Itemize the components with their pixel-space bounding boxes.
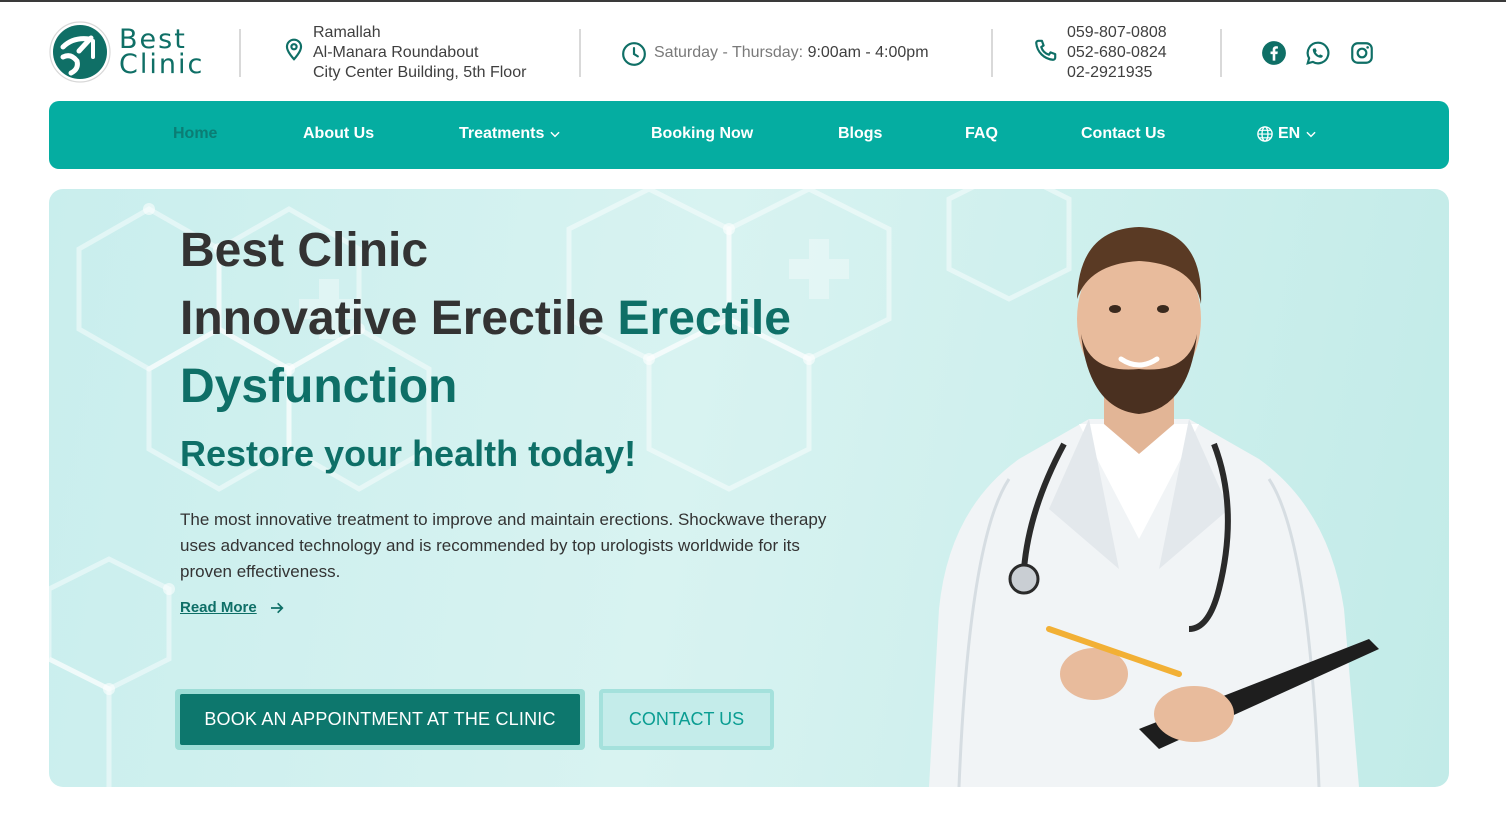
language-selector[interactable]: EN (1256, 125, 1318, 143)
hero-title-accent: Erectile (617, 292, 791, 345)
nav-contact-label: Contact Us (1081, 125, 1166, 142)
header-divider (239, 29, 241, 77)
main-navigation: Home About Us Treatments Booking Now Blo… (49, 101, 1449, 169)
logo[interactable]: Best Clinic (49, 21, 204, 83)
hero-description: The most innovative treatment to improve… (180, 510, 827, 581)
nav-item-contact[interactable]: Contact Us (1081, 125, 1165, 143)
phone-number[interactable]: 052-680-0824 (1067, 43, 1167, 63)
header-divider (579, 29, 581, 77)
header-divider (1220, 29, 1222, 77)
address-line-2: Al-Manara Roundabout (313, 44, 479, 61)
clock-icon (622, 42, 646, 66)
read-more-label: Read More (180, 599, 257, 616)
nav-home-label: Home (173, 125, 218, 142)
phone-block: 059-807-0808 052-680-0824 02-2921935 (1033, 23, 1167, 83)
location-pin-icon (285, 38, 303, 61)
book-button-frame: BOOK AN APPOINTMENT AT THE CLINIC (175, 689, 585, 750)
phone-icon (1035, 39, 1057, 61)
nav-booking-label: Booking Now (651, 125, 754, 142)
phone-number[interactable]: 059-807-0808 (1067, 23, 1167, 43)
doctor-image (929, 227, 1379, 787)
arrow-right-icon (270, 602, 284, 613)
whatsapp-icon[interactable] (1305, 40, 1331, 66)
contact-us-button[interactable]: CONTACT US (599, 689, 774, 750)
hours-text: Saturday - Thursday: 9:00am - 4:00pm (654, 44, 929, 62)
hours-time: 9:00am - 4:00pm (807, 44, 929, 61)
facebook-icon[interactable] (1261, 40, 1287, 66)
globe-icon (1257, 126, 1273, 142)
chevron-down-icon (550, 131, 560, 138)
site-header: Best Clinic Ramallah Al-Manara Roundabou… (49, 18, 1449, 90)
header-divider (991, 29, 993, 77)
nav-treatments-label: Treatments (459, 125, 545, 142)
nav-about-label: About Us (303, 125, 375, 142)
nav-item-faq[interactable]: FAQ (965, 125, 998, 143)
address-line-3: City Center Building, 5th Floor (313, 64, 527, 81)
chevron-down-icon (1306, 131, 1316, 138)
hero-title-line-1: Best Clinic (180, 224, 429, 277)
top-border (0, 0, 1506, 2)
nav-item-blogs[interactable]: Blogs (838, 125, 882, 143)
nav-faq-label: FAQ (965, 125, 998, 142)
hero-title-line-2-text: Innovative Erectile (180, 292, 618, 345)
hero-subtitle: Restore your health today! (180, 433, 637, 474)
language-label: EN (1278, 125, 1301, 142)
book-appointment-button[interactable]: BOOK AN APPOINTMENT AT THE CLINIC (180, 694, 580, 745)
hours-label: Saturday - Thursday: (654, 44, 804, 61)
hero-banner: Best Clinic Innovative Erectile Erectile… (49, 189, 1449, 787)
address-line-1: Ramallah (313, 24, 381, 41)
phone-number[interactable]: 02-2921935 (1067, 63, 1167, 83)
address-text: Ramallah Al-Manara Roundabout City Cente… (313, 23, 526, 83)
logo-text: Best Clinic (119, 26, 205, 80)
nav-blogs-label: Blogs (838, 125, 883, 142)
nav-item-booking[interactable]: Booking Now (651, 125, 753, 143)
nav-item-about[interactable]: About Us (303, 125, 374, 143)
phone-list: 059-807-0808 052-680-0824 02-2921935 (1067, 23, 1167, 83)
instagram-icon[interactable] (1349, 40, 1375, 66)
hours-block: Saturday - Thursday: 9:00am - 4:00pm (621, 41, 929, 67)
nav-item-home[interactable]: Home (173, 125, 217, 143)
logo-mark-icon (49, 21, 111, 83)
hero-title-line-3: Dysfunction (180, 360, 458, 413)
address-block: Ramallah Al-Manara Roundabout City Cente… (281, 23, 526, 83)
social-links (1261, 40, 1375, 66)
logo-line-2: Clinic (119, 49, 205, 80)
nav-item-treatments[interactable]: Treatments (459, 125, 562, 143)
hero-title-line-2: Innovative Erectile Erectile (180, 291, 791, 346)
read-more-link[interactable]: Read More (180, 599, 285, 616)
